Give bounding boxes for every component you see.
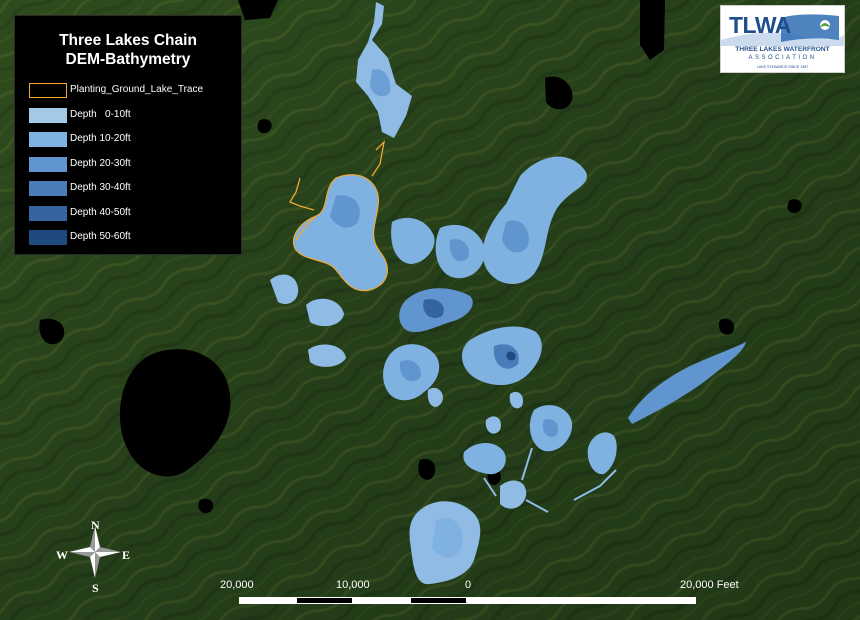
logo-tagline: LAKE STEWARDS SINCE 1987 [756,65,809,69]
compass-north-label: N [91,518,100,532]
compass-east-label: E [122,548,131,562]
legend-item-label: Depth 50-60ft [70,231,131,242]
legend-item-label: Depth 40-50ft [70,206,131,218]
compass-west-label: W [56,548,68,562]
legend-swatch [29,107,67,123]
legend-item: Depth 50-60ft [15,226,241,251]
legend-swatch [29,230,67,245]
legend-item: Depth 10-20ft [15,128,241,153]
legend-item-label: Planting_Ground_Lake_Trace [70,84,204,95]
logo-org-name: THREE LAKES WATERFRONT [735,46,830,53]
compass-south-label: S [92,581,99,595]
logo-org-type: ASSOCIATION [748,55,817,61]
legend-item-label: Depth 0-10ft [70,108,131,120]
legend-items: Planting_Ground_Lake_Trace Depth 0-10ft De… [15,79,241,251]
legend-item: Depth 0-10ft [15,104,241,129]
legend-title-line2: DEM-Bathymetry [65,51,191,68]
scale-label-zero: 0 [465,579,472,591]
legend-item: Planting_Ground_Lake_Trace [15,79,241,104]
scale-segment-4 [410,597,467,604]
legend-swatch [29,83,67,98]
logo-mark: TLWA [729,12,791,38]
legend-title-line1: Three Lakes Chain [59,32,197,49]
scale-label-left: 20,000 [220,579,254,591]
scale-segment-2 [296,597,353,604]
tlwa-logo: TLWA THREE LAKES WATERFRONT ASSOCIATION … [720,5,845,73]
legend-title: Three Lakes Chain DEM-Bathymetry [15,31,241,69]
scale-segment-3 [353,597,410,604]
scale-label-mid: 10,000 [336,579,370,591]
legend-item-label: Depth 20-30ft [70,157,131,169]
scale-label-right: 20,000 Feet [680,579,739,591]
map-legend: Three Lakes Chain DEM-Bathymetry Plantin… [14,15,242,255]
legend-swatch [29,132,67,147]
scale-segment-1 [239,597,296,604]
legend-swatch [29,205,67,221]
legend-swatch [29,156,67,172]
legend-item: Depth 30-40ft [15,177,241,202]
legend-item-label: Depth 10-20ft [70,133,131,144]
legend-item-label: Depth 30-40ft [70,182,131,193]
legend-swatch [29,181,67,196]
scale-segment-5 [467,597,696,604]
legend-item: Depth 40-50ft [15,202,241,227]
legend-item: Depth 20-30ft [15,153,241,178]
